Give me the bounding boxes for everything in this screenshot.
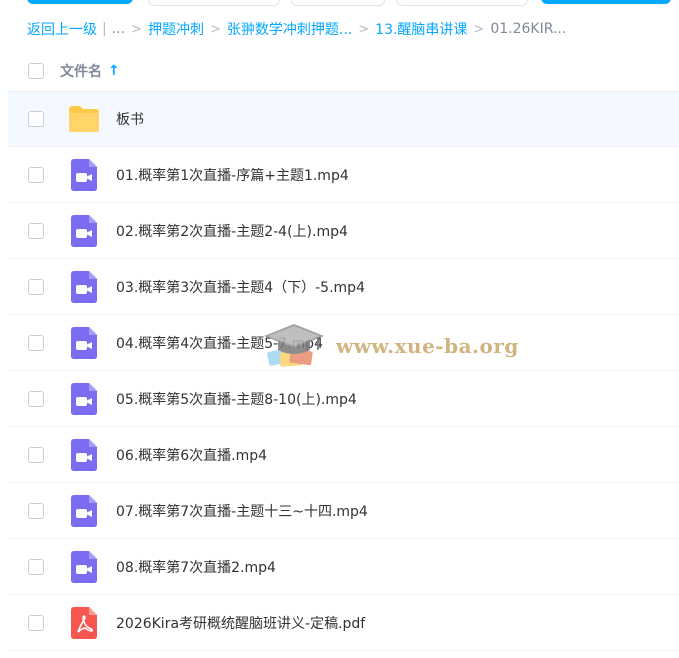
- row-checkbox[interactable]: [28, 278, 44, 295]
- breadcrumb-item-math[interactable]: 张翀数学冲刺押题...: [227, 19, 352, 39]
- row-checkbox[interactable]: [28, 502, 44, 519]
- row-checkbox[interactable]: [28, 614, 44, 631]
- file-row[interactable]: 02.概率第2次直播-主题2-4(上).mp4: [8, 203, 679, 259]
- video-file-icon: [66, 269, 102, 305]
- watermark: www.xue-ba.org: [262, 320, 519, 372]
- video-file-icon: [66, 493, 102, 529]
- chevron-right-icon: >: [473, 21, 485, 37]
- video-file-icon: [66, 157, 102, 193]
- file-name[interactable]: 2026Kira考研概统醒脑班讲义-定稿.pdf: [116, 613, 365, 633]
- file-name[interactable]: 02.概率第2次直播-主题2-4(上).mp4: [116, 221, 348, 241]
- file-name[interactable]: 06.概率第6次直播.mp4: [116, 445, 267, 465]
- row-checkbox[interactable]: [28, 446, 44, 463]
- file-row[interactable]: 2026Kira考研概统醒脑班讲义-定稿.pdf: [8, 595, 679, 651]
- row-checkbox[interactable]: [28, 334, 44, 351]
- row-checkbox[interactable]: [28, 166, 44, 183]
- row-checkbox[interactable]: [28, 558, 44, 575]
- pdf-file-icon: [66, 605, 102, 641]
- folder-icon: [66, 101, 102, 137]
- file-list-header: 文件名 ↑: [0, 58, 679, 84]
- breadcrumb-current: 01.26KIR...: [490, 21, 567, 37]
- file-name[interactable]: 板书: [116, 109, 144, 129]
- file-name[interactable]: 08.概率第7次直播2.mp4: [116, 557, 276, 577]
- breadcrumb-divider: |: [102, 21, 107, 37]
- breadcrumb-item-yati[interactable]: 押题冲刺: [148, 19, 204, 39]
- chevron-right-icon: >: [131, 21, 142, 37]
- video-file-icon: [66, 381, 102, 417]
- name-column-label: 文件名: [60, 64, 102, 80]
- toolbar-button-download[interactable]: [291, 0, 385, 6]
- toolbar-button-new-folder[interactable]: [148, 0, 280, 6]
- toolbar-button-upload[interactable]: [27, 0, 133, 4]
- video-file-icon: [66, 213, 102, 249]
- select-all-checkbox[interactable]: [28, 63, 44, 79]
- breadcrumb-ellipsis[interactable]: ...: [112, 21, 125, 37]
- graduation-cap-logo-icon: [264, 324, 324, 367]
- file-row[interactable]: 03.概率第3次直播-主题4（下）-5.mp4: [8, 259, 679, 315]
- file-row[interactable]: 07.概率第7次直播-主题十三~十四.mp4: [8, 483, 679, 539]
- toolbar-button-share[interactable]: [396, 0, 528, 6]
- file-name[interactable]: 01.概率第1次直播-序篇+主题1.mp4: [116, 165, 349, 185]
- breadcrumb-back-link[interactable]: 返回上一级: [27, 19, 97, 39]
- file-row[interactable]: 08.概率第7次直播2.mp4: [8, 539, 679, 595]
- chevron-right-icon: >: [209, 21, 221, 37]
- file-name[interactable]: 05.概率第5次直播-主题8-10(上).mp4: [116, 389, 357, 409]
- top-toolbar: [0, 0, 679, 6]
- file-row[interactable]: 板书: [8, 91, 679, 147]
- file-row[interactable]: 06.概率第6次直播.mp4: [8, 427, 679, 483]
- video-file-icon: [66, 437, 102, 473]
- row-checkbox[interactable]: [28, 390, 44, 407]
- chevron-right-icon: >: [358, 21, 370, 37]
- breadcrumb-item-lecture[interactable]: 13.醒脑串讲课: [375, 19, 467, 39]
- row-checkbox[interactable]: [28, 222, 44, 239]
- file-name[interactable]: 03.概率第3次直播-主题4（下）-5.mp4: [116, 277, 365, 297]
- video-file-icon: [66, 325, 102, 361]
- row-checkbox[interactable]: [28, 111, 44, 127]
- toolbar-button-primary[interactable]: [541, 0, 671, 4]
- video-file-icon: [66, 549, 102, 585]
- file-row[interactable]: 01.概率第1次直播-序篇+主题1.mp4: [8, 147, 679, 203]
- breadcrumb: 返回上一级 | ... > 押题冲刺 > 张翀数学冲刺押题... > 13.醒脑…: [27, 18, 566, 40]
- watermark-text: www.xue-ba.org: [336, 334, 519, 358]
- file-row[interactable]: 05.概率第5次直播-主题8-10(上).mp4: [8, 371, 679, 427]
- arrow-up-icon[interactable]: ↑: [108, 63, 120, 79]
- name-column-header[interactable]: 文件名 ↑: [60, 61, 120, 81]
- file-name[interactable]: 07.概率第7次直播-主题十三~十四.mp4: [116, 501, 368, 521]
